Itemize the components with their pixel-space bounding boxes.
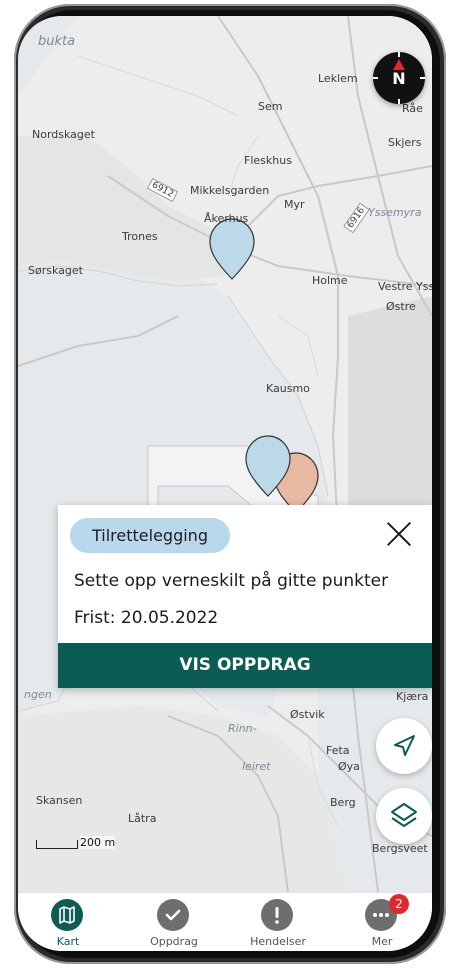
place-label: Skjers	[388, 136, 422, 149]
layers-button[interactable]	[376, 788, 432, 844]
compass-tick	[398, 99, 400, 104]
layers-icon	[391, 803, 417, 827]
map-icon	[51, 899, 83, 931]
place-label: Sørskaget	[28, 264, 83, 277]
navigation-arrow-icon	[394, 735, 415, 756]
place-label: Berg	[330, 796, 356, 809]
place-label: Nordskaget	[32, 128, 95, 141]
map-view[interactable]: bukta Leklem Sem Nordskaget Skjers Flesk…	[18, 16, 432, 892]
place-label: bukta	[38, 34, 76, 49]
category-badge: Tilrettelegging	[70, 518, 230, 553]
place-label: Feta	[326, 744, 350, 757]
tab-label: Oppdrag	[150, 935, 198, 948]
notification-badge: 2	[389, 894, 409, 914]
tab-oppdrag[interactable]: Oppdrag	[124, 893, 224, 951]
bottom-tab-bar: Kart Oppdrag Hendelser 2 Mer	[18, 892, 432, 951]
tab-mer[interactable]: 2 Mer	[332, 893, 432, 951]
task-popup: Tilrettelegging Sette opp verneskilt på …	[58, 505, 432, 688]
compass-tick	[398, 52, 400, 57]
place-label: Trones	[122, 230, 158, 243]
tab-label: Mer	[371, 935, 393, 948]
place-label: ngen	[24, 688, 52, 701]
locate-button[interactable]	[376, 718, 432, 774]
place-label: Sem	[258, 100, 283, 113]
compass-north-label: N	[392, 69, 406, 88]
place-label: Mikkelsgarden	[190, 184, 270, 197]
place-label: leiret	[242, 760, 271, 773]
place-label: Råe	[402, 102, 423, 115]
tab-hendelser[interactable]: Hendelser	[228, 893, 328, 951]
place-label: Rinn-	[228, 722, 257, 735]
scale-bar-line	[36, 840, 78, 849]
place-label: Skansen	[36, 794, 83, 807]
place-label: Leklem	[318, 72, 358, 85]
place-label: Øya	[338, 760, 360, 773]
place-label: Kjæra	[396, 690, 429, 703]
place-label: Holme	[312, 274, 348, 287]
compass-tick	[420, 77, 425, 79]
place-label: Yssemyra	[368, 206, 422, 219]
place-label: Østvik	[290, 708, 325, 721]
place-label: Østre	[386, 300, 416, 313]
scale-label: 200 m	[80, 836, 116, 849]
tab-kart[interactable]: Kart	[18, 893, 118, 951]
tab-label: Hendelser	[250, 935, 306, 948]
place-label: Fleskhus	[244, 154, 292, 167]
task-deadline: Frist: 20.05.2022	[74, 608, 219, 628]
close-icon[interactable]	[384, 519, 414, 549]
compass-tick	[373, 77, 378, 79]
exclamation-icon	[261, 899, 293, 931]
task-title: Sette opp verneskilt på gitte punkter	[74, 571, 389, 591]
place-label: Kausmo	[266, 382, 310, 395]
place-label: Myr	[284, 198, 305, 211]
compass-button[interactable]: N	[373, 52, 425, 104]
place-label: Vestre Yss	[378, 280, 432, 293]
tab-label: Kart	[56, 935, 80, 948]
place-label: Låtra	[128, 812, 157, 825]
place-label: Åkerhus	[204, 212, 249, 225]
map-canvas	[18, 16, 432, 892]
app-screen: bukta Leklem Sem Nordskaget Skjers Flesk…	[18, 16, 432, 951]
show-task-button[interactable]: VIS OPPDRAG	[58, 643, 432, 688]
checkmark-icon	[157, 899, 189, 931]
